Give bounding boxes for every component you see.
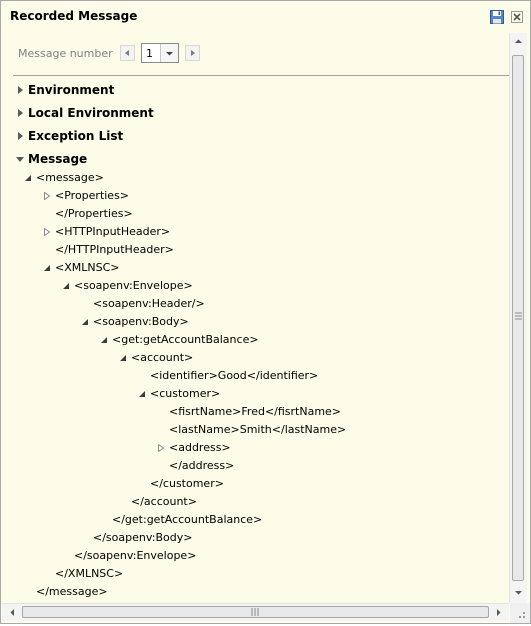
horizontal-scrollbar[interactable] [2,603,509,621]
tree-node-label: <soapenv:Envelope> [74,279,193,292]
tree-node-label: </soapenv:Body> [93,531,193,544]
section-label: Local Environment [28,106,154,120]
tree-node-label: <HTTPInputHeader> [55,225,171,238]
tree-node-label: <message> [36,171,104,184]
message-number-value: 1 [146,47,153,60]
tree-node-label: </account> [131,495,197,508]
tree-node-label: <lastName>Smith</lastName> [169,423,347,436]
expanded-twisty-icon[interactable] [138,390,146,398]
expanded-twisty-icon[interactable] [24,174,32,182]
collapsed-twisty-icon[interactable] [157,444,165,452]
close-icon[interactable] [509,9,525,25]
expanded-twisty-icon[interactable] [62,282,70,290]
section-label: Message [28,152,88,166]
chevron-down-icon[interactable] [16,155,24,163]
resize-grip[interactable] [510,603,530,623]
chevron-right-icon[interactable] [16,132,24,140]
expanded-twisty-icon[interactable] [43,264,51,272]
collapsed-twisty-icon[interactable] [43,192,51,200]
tree-node-label: </customer> [150,477,224,490]
tree-node-label: <Properties> [55,189,130,202]
scroll-down-icon[interactable] [514,588,523,597]
tree-node-label: <account> [131,351,194,364]
previous-message-button[interactable] [120,45,135,61]
scroll-up-icon[interactable] [514,37,523,46]
tree-node-label: </address> [169,459,235,472]
expanded-twisty-icon[interactable] [100,336,108,344]
tree-node-label: <soapenv:Body> [93,315,189,328]
save-icon[interactable] [489,9,505,25]
expanded-twisty-icon[interactable] [119,354,127,362]
vertical-scrollbar-thumb[interactable] [512,55,524,581]
tree-node-label: <fisrtName>Fred</fisrtName> [169,405,342,418]
chevron-down-icon[interactable] [160,44,178,62]
message-number-select[interactable]: 1 [141,43,179,63]
tree-node-label: <identifier>Good</identifier> [150,369,319,382]
tree-node-label: </Properties> [55,207,133,220]
content-area: Message number 1 Environment Local Enviro… [2,33,509,603]
separator [13,75,509,76]
next-message-button[interactable] [185,45,200,61]
tree-node-label: <get:getAccountBalance> [112,333,259,346]
scroll-right-icon[interactable] [494,608,503,617]
title-bar: Recorded Message [1,1,530,33]
tree-node-label: </message> [36,585,108,598]
tree-node-label: </XMLNSC> [55,567,124,580]
message-number-label: Message number [18,47,113,60]
chevron-right-icon[interactable] [16,109,24,117]
tree-node-label: <soapenv:Header/> [93,297,205,310]
tree-node-label: </get:getAccountBalance> [112,513,263,526]
scroll-left-icon[interactable] [8,608,17,617]
horizontal-scrollbar-thumb[interactable] [22,606,489,618]
tree-node-label: <address> [169,441,231,454]
tree-node-label: </HTTPInputHeader> [55,243,174,256]
collapsed-twisty-icon[interactable] [43,228,51,236]
tree-node-label: <XMLNSC> [55,261,120,274]
chevron-right-icon[interactable] [16,86,24,94]
tree-node-label: <customer> [150,387,221,400]
section-label: Environment [28,83,115,97]
section-label: Exception List [28,129,124,143]
tree-node-label: </soapenv:Envelope> [74,549,197,562]
recorded-message-panel: Recorded Message Message number 1 Enviro… [0,0,531,624]
vertical-scrollbar[interactable] [509,33,527,603]
panel-title: Recorded Message [10,9,138,23]
expanded-twisty-icon[interactable] [81,318,89,326]
